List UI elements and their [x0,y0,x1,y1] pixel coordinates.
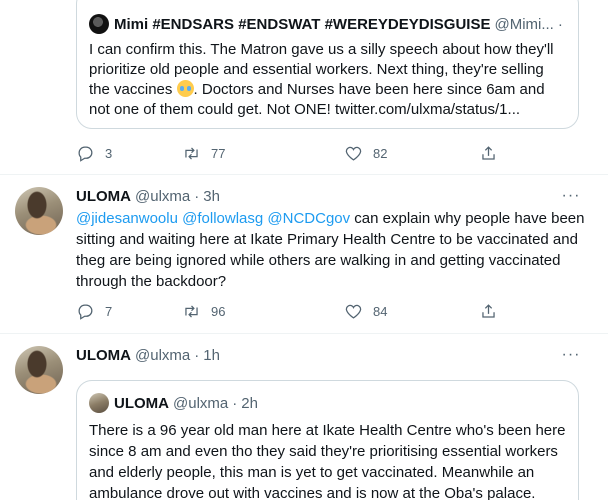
reply-icon [78,304,93,320]
quoted-author-name: Mimi #ENDSARS #ENDSWAT #WEREYDEYDISGUISE [114,15,491,33]
retweet-icon [185,147,198,159]
quoted-author-avatar [89,14,109,34]
reply-button[interactable]: 3 [76,144,182,163]
quoted-tweet-text: I can confirm this. The Matron gave us a… [89,40,567,120]
separator: · [194,187,200,205]
quoted-author-name: ULOMA [114,394,169,412]
tweet-time[interactable]: 3h [203,188,220,205]
quoted-tweet-header: Mimi #ENDSARS #ENDSWAT #WEREYDEYDISGUISE… [89,14,566,34]
heart-icon [345,146,362,161]
reply-button[interactable]: 7 [76,302,182,321]
tweet-actions-bar: 3 77 82 [76,143,498,163]
quoted-author-avatar [89,393,109,413]
retweet-icon [185,305,198,317]
like-count: 82 [373,145,388,161]
reply-count: 3 [105,145,113,161]
separator: · [194,346,200,364]
quoted-time: 2h [241,394,258,412]
tweet-header: ULOMA @ulxma · 3h [76,186,220,206]
avatar[interactable] [15,187,63,235]
quoted-tweet-card[interactable]: Mimi #ENDSARS #ENDSWAT #WEREYDEYDISGUISE… [76,0,579,129]
tweet-text: @jidesanwoolu @followlasg @NCDCgov can e… [76,208,586,292]
quoted-tweet-header: ULOMA @ulxma · 2h [89,393,566,413]
tweet-time[interactable]: 1h [203,347,220,364]
tweet-header: ULOMA @ulxma · 1h [76,345,220,365]
reply-icon [78,146,93,162]
retweet-count: 96 [211,303,226,319]
share-button[interactable] [479,144,498,163]
like-button[interactable]: 82 [344,144,479,163]
mention-link[interactable]: @NCDCgov [267,210,350,227]
tweet-actions-bar: 7 96 84 [76,301,498,321]
crying-face-emoji-icon [176,80,194,97]
quoted-separator: · [557,15,563,33]
mention-link[interactable]: @jidesanwoolu [76,210,178,227]
quoted-tweet-card[interactable]: ULOMA @ulxma · 2h There is a 96 year old… [76,380,579,500]
avatar[interactable] [15,346,63,394]
share-icon [482,303,495,318]
quoted-tweet-text: There is a 96 year old man here at Ikate… [89,422,566,500]
more-options-icon[interactable]: ··· [561,345,581,365]
quoted-author-handle: @Mimi... [494,15,554,33]
share-icon [482,145,495,160]
retweet-button[interactable]: 96 [182,302,344,321]
more-options-icon[interactable]: ··· [561,186,581,206]
author-name[interactable]: ULOMA [76,188,131,205]
like-count: 84 [373,303,388,319]
author-name[interactable]: ULOMA [76,347,131,364]
quoted-author-handle: @ulxma [173,394,229,412]
share-button[interactable] [479,302,498,321]
retweet-count: 77 [211,145,226,161]
like-button[interactable]: 84 [344,302,479,321]
mention-link[interactable]: @followlasg [182,210,263,227]
retweet-button[interactable]: 77 [182,144,344,163]
author-handle[interactable]: @ulxma [135,188,190,205]
author-handle[interactable]: @ulxma [135,347,190,364]
quoted-separator: · [232,394,238,412]
reply-count: 7 [105,303,113,319]
heart-icon [345,304,362,319]
